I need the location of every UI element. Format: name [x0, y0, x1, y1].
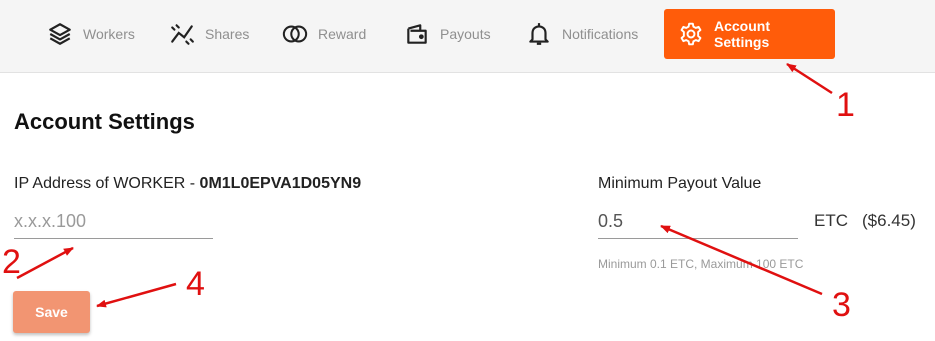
nav-tab-label: Notifications — [562, 26, 639, 42]
nav-tab-payouts[interactable]: Payouts — [392, 9, 503, 59]
nav-tab-label: Workers — [83, 26, 135, 42]
annotation-arrow-2 — [16, 246, 74, 280]
nav-tab-label: Shares — [205, 26, 250, 42]
page-title: Account Settings — [14, 109, 195, 134]
annotation-label-3: 3 — [832, 286, 851, 324]
nav-tab-notifications[interactable]: Notifications — [514, 9, 650, 59]
worker-id: 0M1L0EPVA1D05YN9 — [199, 175, 362, 192]
trend-chart-icon — [171, 24, 194, 45]
wallet-icon — [407, 24, 427, 44]
ip-address-input[interactable] — [14, 205, 213, 239]
nav-tab-reward[interactable]: Reward — [270, 9, 378, 59]
payout-hint: Minimum 0.1 ETC, Maximum 100 ETC — [598, 257, 804, 271]
top-nav: Workers Shares Reward Payouts Notificati… — [0, 0, 935, 73]
coins-icon — [282, 25, 308, 43]
payout-unit: ETC — [814, 211, 848, 230]
nav-tab-workers[interactable]: Workers — [35, 9, 147, 59]
minimum-payout-input[interactable] — [598, 205, 798, 239]
bell-icon — [529, 23, 549, 45]
minimum-payout-label: Minimum Payout Value — [598, 175, 762, 192]
nav-tab-label: Reward — [318, 26, 367, 42]
ip-address-label: IP Address of WORKER - 0M1L0EPVA1D05YN9 — [14, 175, 361, 193]
nav-tab-label: Payouts — [440, 26, 491, 42]
layers-icon — [49, 23, 71, 45]
gear-icon — [680, 22, 702, 46]
ip-address-label-text: IP Address of WORKER - — [14, 175, 200, 192]
annotation-label-1: 1 — [836, 86, 855, 124]
nav-tab-account-settings[interactable]: Account Settings — [664, 9, 835, 59]
annotation-arrow-4 — [96, 282, 177, 308]
nav-tab-shares[interactable]: Shares — [157, 9, 261, 59]
payout-fiat-value: ($6.45) — [862, 211, 916, 230]
annotation-label-2: 2 — [2, 243, 21, 281]
nav-tab-label: Account Settings — [714, 18, 770, 50]
annotation-label-4: 4 — [186, 265, 205, 303]
save-button[interactable]: Save — [13, 291, 90, 333]
